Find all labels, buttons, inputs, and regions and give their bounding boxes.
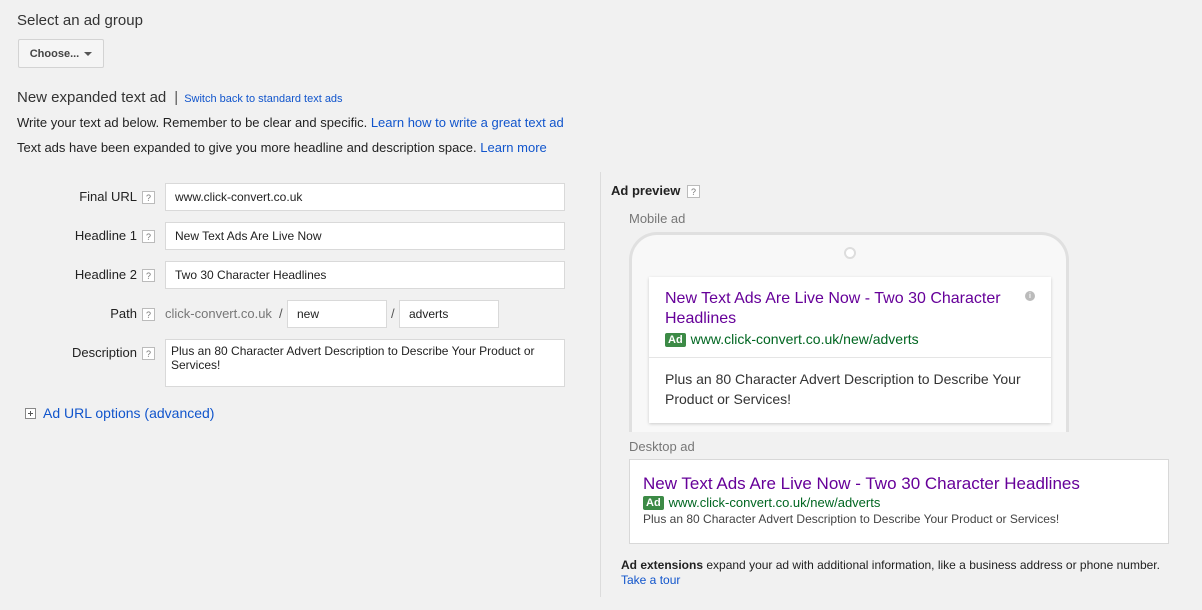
caret-down-icon (84, 51, 93, 56)
mobile-ad-url: Ad www.click-convert.co.uk/new/adverts (665, 331, 919, 347)
mobile-card-divider (649, 357, 1051, 358)
switch-standard-ads-link[interactable]: Switch back to standard text ads (184, 93, 342, 105)
description-label: Description (71, 345, 137, 360)
ad-badge: Ad (643, 496, 664, 510)
ad-extensions-text: expand your ad with additional informati… (703, 558, 1160, 572)
headline1-help-icon[interactable]: ? (142, 230, 155, 243)
headline1-input[interactable] (165, 222, 565, 250)
desktop-ad-label: Desktop ad (629, 439, 695, 454)
info-text-expanded: Text ads have been expanded to give you … (17, 140, 477, 155)
section-heading: New expanded text ad | Switch back to stan… (17, 89, 343, 106)
learn-great-ad-link[interactable]: Learn how to write a great text ad (371, 115, 564, 130)
phone-frame: New Text Ads Are Live Now - Two 30 Chara… (629, 232, 1069, 432)
take-tour-link[interactable]: Take a tour (621, 573, 680, 587)
learn-more-link[interactable]: Learn more (480, 140, 546, 155)
mobile-ad-card: New Text Ads Are Live Now - Two 30 Chara… (649, 277, 1051, 423)
desktop-ad-url: Ad www.click-convert.co.uk/new/adverts (643, 495, 880, 510)
mobile-ad-description: Plus an 80 Character Advert Description … (665, 371, 1021, 407)
path-slash-2: / (391, 306, 395, 321)
path2-input[interactable] (399, 300, 499, 328)
desktop-ad-description: Plus an 80 Character Advert Description … (643, 512, 1060, 526)
ad-url-options-link[interactable]: Ad URL options (advanced) (43, 405, 214, 421)
headline1-label: Headline 1 (74, 228, 137, 243)
path-label: Path (110, 306, 137, 321)
ad-extensions-info: Ad extensions expand your ad with additi… (621, 558, 1181, 588)
desktop-ad-card: New Text Ads Are Live Now - Two 30 Chara… (629, 459, 1169, 544)
expand-plus-icon[interactable] (25, 407, 36, 419)
mobile-display-url: www.click-convert.co.uk/new/adverts (690, 331, 919, 347)
choose-label: Choose... (29, 47, 80, 60)
path-domain-prefix: click-convert.co.uk (165, 306, 272, 321)
ad-preview-help-icon[interactable]: ? (687, 185, 700, 198)
final-url-input[interactable] (165, 183, 565, 211)
path1-input[interactable] (287, 300, 387, 328)
description-help-icon[interactable]: ? (142, 347, 155, 360)
ad-url-options-toggle[interactable]: Ad URL options (advanced) (25, 405, 214, 421)
headline2-label: Headline 2 (74, 267, 137, 282)
headline2-help-icon[interactable]: ? (142, 269, 155, 282)
final-url-help-icon[interactable]: ? (142, 191, 155, 204)
mobile-ad-label: Mobile ad (629, 211, 686, 226)
choose-ad-group-dropdown[interactable]: Choose... (18, 39, 104, 68)
desktop-display-url: www.click-convert.co.uk/new/adverts (668, 495, 881, 510)
info-icon[interactable]: i (1025, 291, 1035, 301)
phone-speaker-icon (844, 247, 856, 259)
path-help-icon[interactable]: ? (142, 308, 155, 321)
description-textarea[interactable]: Plus an 80 Character Advert Description … (165, 339, 565, 387)
ad-extensions-bold: Ad extensions (621, 558, 704, 572)
select-ad-group-title: Select an ad group (17, 12, 143, 29)
path-slash-1: / (279, 306, 283, 321)
info-text-write: Write your text ad below. Remember to be… (17, 115, 368, 130)
section-title: New expanded text ad (17, 89, 167, 106)
info-line-write: Write your text ad below. Remember to be… (17, 115, 564, 130)
mobile-ad-headline[interactable]: New Text Ads Are Live Now - Two 30 Chara… (665, 289, 1025, 329)
info-line-expanded: Text ads have been expanded to give you … (17, 140, 547, 155)
final-url-label: Final URL (79, 189, 137, 204)
ad-preview-title: Ad preview (611, 183, 680, 198)
ad-badge: Ad (665, 333, 686, 347)
ad-preview-label: Ad preview (611, 183, 681, 198)
desktop-ad-headline[interactable]: New Text Ads Are Live Now - Two 30 Chara… (643, 474, 1080, 494)
title-separator: | (174, 89, 179, 106)
headline2-input[interactable] (165, 261, 565, 289)
panel-divider (600, 172, 601, 597)
